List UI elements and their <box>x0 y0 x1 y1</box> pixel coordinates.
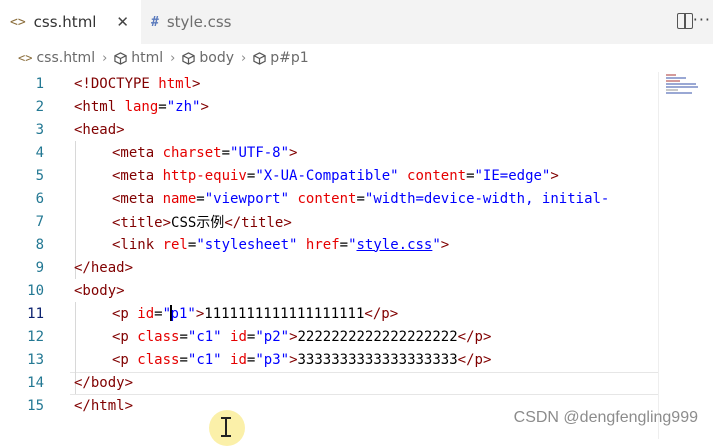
chevron-right-icon: › <box>102 50 108 66</box>
chevron-right-icon: › <box>241 50 247 66</box>
line-number: 8 <box>35 236 44 253</box>
tab-label: style.css <box>166 13 232 31</box>
minimap[interactable] <box>658 72 713 439</box>
code-line: 6 <meta name="viewport" content="width=d… <box>0 187 713 210</box>
line-number: 2 <box>35 98 44 115</box>
code-text: <p class="c1" id="p2">222222222222222222… <box>112 328 492 345</box>
breadcrumb-item-label: p#p1 <box>270 50 309 66</box>
breadcrumb-item-label: body <box>199 50 234 66</box>
code-line: 14 </body> <box>0 371 713 394</box>
symbol-cube-icon <box>253 51 266 65</box>
line-number: 6 <box>35 190 44 207</box>
breadcrumb-file[interactable]: <> css.html <box>18 50 95 66</box>
code-text: <html lang="zh"> <box>74 98 209 115</box>
code-text: <p class="c1" id="p3">333333333333333333… <box>112 351 492 368</box>
code-editor[interactable]: 1 <!DOCTYPE html> 2 <html lang="zh"> 3 <… <box>0 72 713 439</box>
tab-bar: <> css.html ✕ # style.css ··· <box>0 0 713 44</box>
mouse-cursor-highlight <box>209 410 245 446</box>
breadcrumb-item-body[interactable]: body <box>182 50 234 66</box>
line-number: 12 <box>27 328 44 345</box>
breadcrumb-item-html[interactable]: html <box>114 50 163 66</box>
code-line-current: 11 <p id="p1">1111111111111111111</p> <box>0 302 713 325</box>
breadcrumb-item-p[interactable]: p#p1 <box>253 50 309 66</box>
minimap-line <box>666 77 686 79</box>
code-line: 3 <head> <box>0 118 713 141</box>
code-text: <title>CSS示例</title> <box>112 214 292 231</box>
code-text: <body> <box>74 282 125 299</box>
code-text: <head> <box>74 121 125 138</box>
code-line: 13 <p class="c1" id="p3">333333333333333… <box>0 348 713 371</box>
code-line: 4 <meta charset="UTF-8"> <box>0 141 713 164</box>
chevron-right-icon: › <box>170 50 176 66</box>
code-line: 12 <p class="c1" id="p2">222222222222222… <box>0 325 713 348</box>
code-line: 1 <!DOCTYPE html> <box>0 72 713 95</box>
code-text: <p id="p1">1111111111111111111</p> <box>112 305 399 322</box>
text-caret <box>170 305 172 321</box>
code-text: <meta name="viewport" content="width=dev… <box>112 190 610 207</box>
close-icon[interactable]: ✕ <box>116 13 129 31</box>
code-line: 5 <meta http-equiv="X-UA-Compatible" con… <box>0 164 713 187</box>
code-text: <!DOCTYPE html> <box>74 75 201 92</box>
code-text: <link rel="stylesheet" href="style.css"> <box>112 236 450 253</box>
minimap-line <box>666 83 696 85</box>
code-text: <meta charset="UTF-8"> <box>112 144 298 161</box>
line-number: 11 <box>27 305 44 322</box>
minimap-line <box>666 86 698 88</box>
line-number: 14 <box>27 374 44 391</box>
code-line: 10 <body> <box>0 279 713 302</box>
breadcrumb: <> css.html › html › body › p#p1 <box>0 44 713 72</box>
line-number: 3 <box>35 121 44 138</box>
text-cursor-icon <box>221 417 231 437</box>
code-line: 2 <html lang="zh"> <box>0 95 713 118</box>
tab-style-css[interactable]: # style.css <box>141 0 261 44</box>
minimap-line <box>666 74 676 76</box>
code-line: 8 <link rel="stylesheet" href="style.css… <box>0 233 713 256</box>
minimap-line <box>666 89 678 91</box>
line-number: 1 <box>35 75 44 92</box>
code-text: </html> <box>74 397 134 414</box>
line-number: 9 <box>35 259 44 276</box>
code-line: 7 <title>CSS示例</title> <box>0 210 713 233</box>
code-line: 9 </head> <box>0 256 713 279</box>
html-file-icon: <> <box>10 14 26 30</box>
code-text: </head> <box>74 259 134 276</box>
breadcrumb-item-label: html <box>131 50 164 66</box>
more-actions-icon[interactable]: ··· <box>693 10 711 29</box>
split-editor-icon[interactable] <box>677 13 693 29</box>
watermark: CSDN @dengfengling999 <box>513 409 698 426</box>
minimap-line <box>666 92 692 94</box>
line-number: 13 <box>27 351 44 368</box>
symbol-cube-icon <box>182 51 196 65</box>
code-text: <meta http-equiv="X-UA-Compatible" conte… <box>112 167 559 184</box>
code-text: </body> <box>74 374 134 391</box>
tab-label: css.html <box>33 13 97 31</box>
line-number: 10 <box>27 282 44 299</box>
symbol-cube-icon <box>114 51 127 65</box>
line-number: 5 <box>35 167 44 184</box>
line-number: 4 <box>35 144 44 161</box>
line-number: 7 <box>35 213 44 230</box>
line-number: 15 <box>27 397 44 414</box>
minimap-line <box>666 80 680 82</box>
html-file-icon: <> <box>18 51 33 65</box>
css-file-icon: # <box>151 14 159 30</box>
breadcrumb-file-label: css.html <box>36 50 96 66</box>
tab-css-html[interactable]: <> css.html ✕ <box>0 0 141 44</box>
